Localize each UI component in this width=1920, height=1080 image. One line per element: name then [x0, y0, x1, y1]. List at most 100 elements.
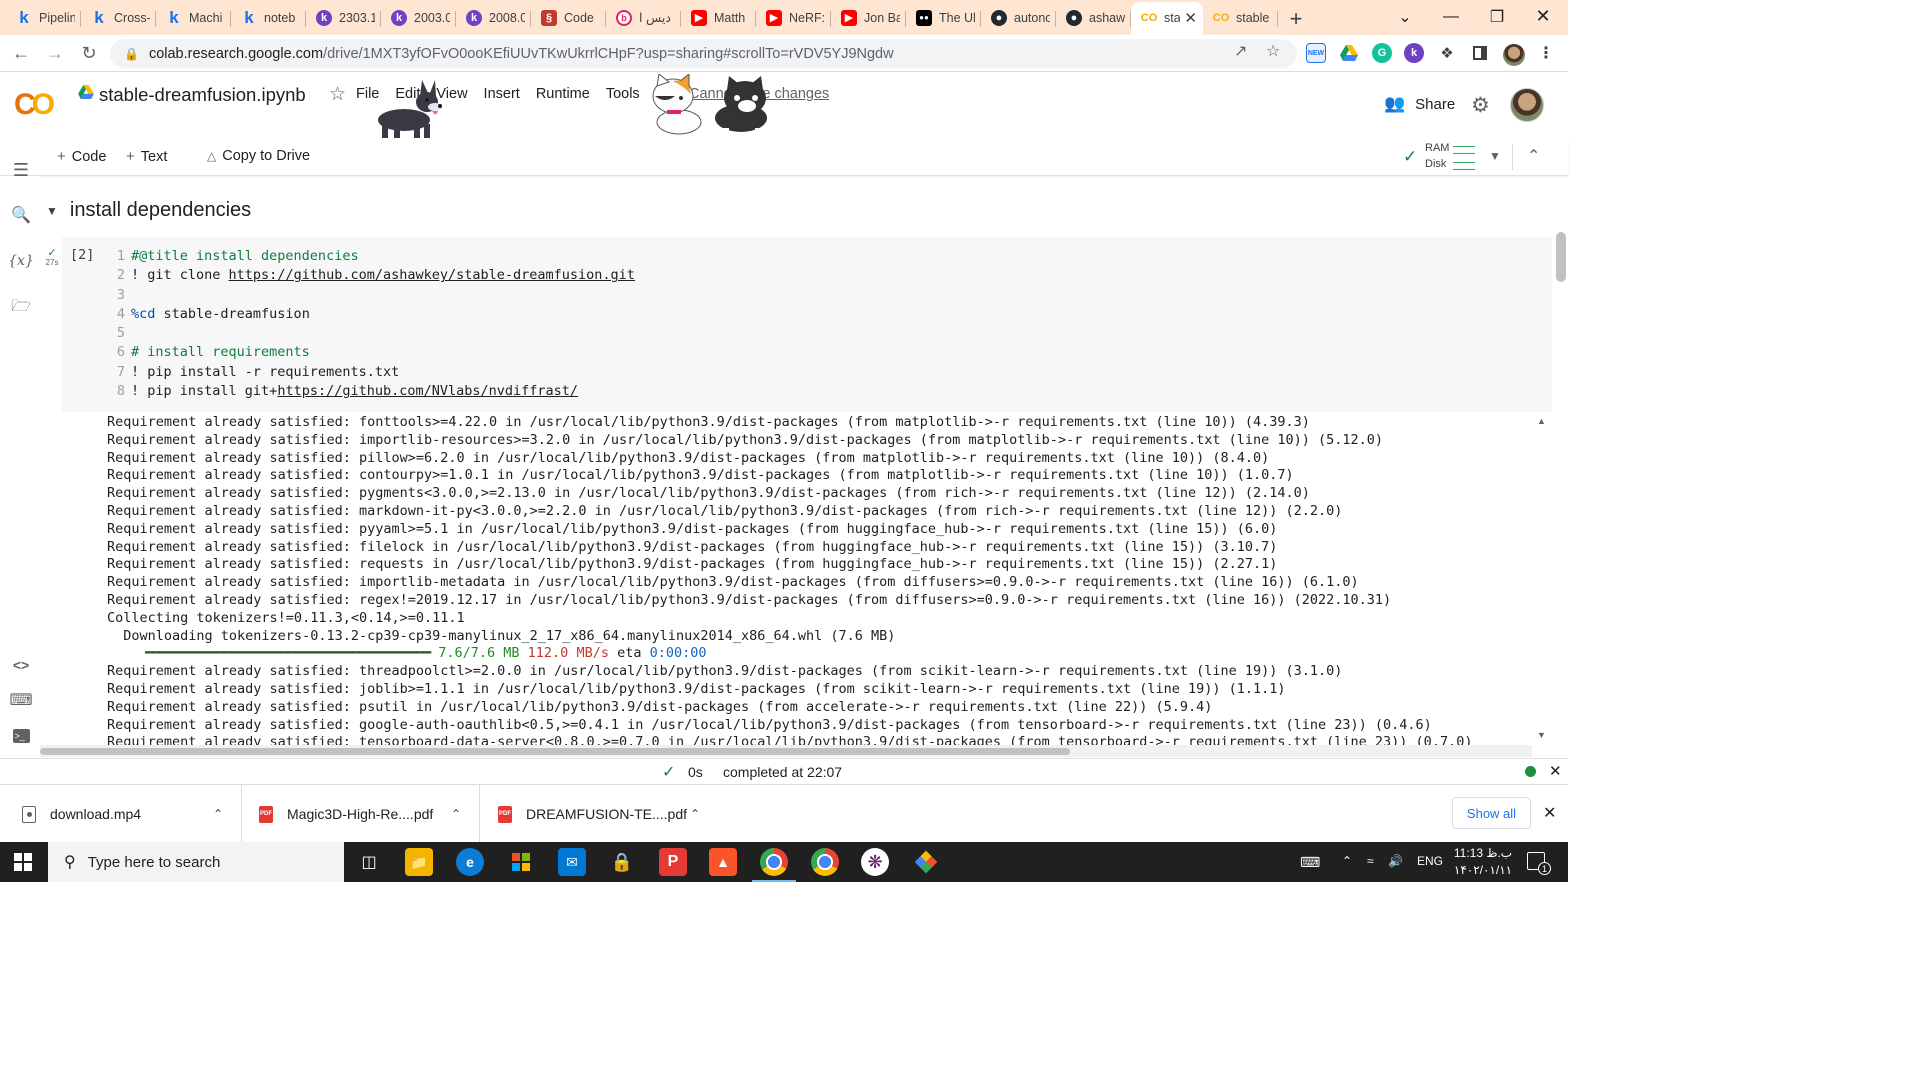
chevron-down-icon[interactable]: ▼	[1489, 149, 1501, 163]
minimize-button[interactable]: —	[1428, 0, 1474, 33]
close-status-icon[interactable]: ✕	[1549, 762, 1562, 780]
chevron-up-icon[interactable]: ⌃	[213, 807, 223, 821]
browser-tab[interactable]: k 2003.0	[381, 2, 456, 35]
search-icon[interactable]: 🔍	[10, 204, 32, 226]
slack-icon[interactable]: ❋	[861, 848, 889, 876]
browser-menu-icon[interactable]: ⋮	[1536, 43, 1556, 63]
notebook-title[interactable]: stable-dreamfusion.ipynb	[99, 84, 306, 106]
keyboard-icon[interactable]: ⌨	[1300, 854, 1320, 871]
code-editor[interactable]: 1 #@title install dependencies 2 ! git clon…	[105, 247, 635, 401]
chrome-profile-icon[interactable]	[811, 848, 839, 876]
copy-to-drive-button[interactable]: △ Copy to Drive	[207, 148, 310, 164]
browser-tab[interactable]: ● autono	[981, 2, 1056, 35]
output-scrollbar[interactable]: ▲ ▼	[1532, 412, 1552, 745]
store-icon[interactable]	[507, 848, 535, 876]
google-drive-extension-icon[interactable]	[1339, 43, 1359, 63]
kp-extension-icon[interactable]: k	[1404, 43, 1424, 63]
add-text-button[interactable]: + Text	[126, 148, 167, 165]
browser-tab[interactable]: k 2008.0	[456, 2, 531, 35]
chevron-up-icon[interactable]: ⌃	[1527, 146, 1540, 166]
new-tab-button[interactable]: +	[1278, 2, 1314, 35]
bookmark-star-icon[interactable]: ☆	[1266, 41, 1280, 61]
clock[interactable]: 11:13 ب.ظ ۱۴۰۲/۰۱/۱۱	[1448, 845, 1518, 879]
language-indicator[interactable]: ENG	[1417, 854, 1443, 868]
git-icon[interactable]	[912, 848, 940, 876]
share-page-icon[interactable]: ↗	[1234, 41, 1247, 61]
browser-tab[interactable]: k 2303.1	[306, 2, 381, 35]
add-code-button[interactable]: + Code	[57, 148, 106, 165]
forward-button[interactable]: →	[42, 40, 68, 66]
close-tab-icon[interactable]: ✕	[1180, 9, 1197, 27]
extension-new-icon[interactable]: NEW	[1306, 43, 1326, 63]
scroll-up-icon[interactable]: ▲	[1537, 416, 1546, 426]
page-scrollbar-thumb[interactable]	[1556, 232, 1566, 282]
folder-icon[interactable]: 🗁	[10, 297, 32, 319]
p-app-icon[interactable]: P	[659, 848, 687, 876]
profile-avatar-small[interactable]	[1503, 44, 1525, 66]
browser-tab[interactable]: k Machi	[156, 2, 231, 35]
download-item[interactable]: PDF Magic3D-High-Re....pdf ⌃	[242, 785, 480, 843]
code-snippets-icon[interactable]: <>	[10, 654, 32, 676]
side-panel-icon[interactable]	[1470, 43, 1490, 63]
code-link[interactable]: https://github.com/ashawkey/stable-dream…	[229, 267, 635, 283]
output-horizontal-scrollbar[interactable]	[40, 745, 1532, 757]
menu-item-runtime[interactable]: Runtime	[528, 86, 598, 102]
horizontal-scroll-thumb[interactable]	[40, 748, 1070, 755]
variables-icon[interactable]: {x}	[8, 250, 34, 272]
collapse-triangle-icon[interactable]: ▼	[46, 204, 58, 218]
close-window-button[interactable]: ✕	[1520, 0, 1566, 33]
avatar[interactable]	[1510, 88, 1544, 122]
share-button[interactable]: 👥 Share	[1384, 94, 1455, 114]
terminal-icon[interactable]: >_	[10, 725, 32, 747]
chrome-icon[interactable]	[752, 848, 796, 882]
browser-tab[interactable]: k noteb	[231, 2, 306, 35]
browser-tab[interactable]: b دیس ا	[606, 2, 681, 35]
execution-status[interactable]: ✓ 27s	[40, 248, 64, 268]
table-of-contents-icon[interactable]: ☰	[10, 159, 32, 181]
tray-chevron-up-icon[interactable]: ⌃	[1342, 854, 1352, 868]
address-bar[interactable]: 🔒 colab.research.google.com /drive/1MXT3…	[110, 39, 1297, 68]
taskbar-search[interactable]: ⚲ Type here to search	[48, 842, 344, 882]
corgi-pet-image	[378, 80, 442, 138]
browser-tab[interactable]: ● ashaw	[1056, 2, 1131, 35]
browser-tab[interactable]: ▶ Jon Ba	[831, 2, 906, 35]
chevron-up-icon[interactable]: ⌃	[690, 807, 700, 821]
scroll-down-icon[interactable]: ▼	[1537, 730, 1546, 740]
menu-item-insert[interactable]: Insert	[476, 86, 528, 102]
browser-tab[interactable]: ●● The Ul	[906, 2, 981, 35]
tab-search-icon[interactable]: ⌄	[1382, 0, 1428, 33]
volume-icon[interactable]: 🔊	[1388, 854, 1403, 868]
close-shelf-icon[interactable]: ✕	[1543, 803, 1556, 823]
section-header[interactable]: ▼ install dependencies	[46, 199, 251, 222]
restore-button[interactable]: ❐	[1474, 0, 1520, 33]
browser-tab[interactable]: ▶ NeRF:	[756, 2, 831, 35]
windows-start-icon[interactable]	[14, 853, 32, 871]
lock-app-icon[interactable]: 🔒	[608, 848, 636, 876]
code-link[interactable]: https://github.com/NVlabs/nvdiffrast/	[277, 383, 578, 399]
brave-icon[interactable]: ▲	[709, 848, 737, 876]
wifi-icon[interactable]: ≈	[1367, 854, 1374, 868]
reload-button[interactable]: ↻	[76, 40, 102, 66]
star-icon[interactable]: ☆	[329, 83, 346, 106]
chevron-up-icon[interactable]: ⌃	[451, 807, 461, 821]
extensions-puzzle-icon[interactable]: ❖	[1437, 43, 1457, 63]
grammarly-icon[interactable]: G	[1372, 43, 1392, 63]
file-explorer-icon[interactable]: 📁	[405, 848, 433, 876]
show-all-button[interactable]: Show all	[1452, 797, 1531, 829]
colab-logo[interactable]: CO	[14, 88, 55, 122]
browser-tab[interactable]: CO sta ✕	[1131, 2, 1203, 35]
command-palette-icon[interactable]: ⌨	[9, 689, 32, 711]
menu-item-tools[interactable]: Tools	[598, 86, 648, 102]
gear-icon[interactable]: ⚙	[1471, 93, 1490, 118]
mail-icon[interactable]: ✉	[558, 848, 586, 876]
download-item[interactable]: download.mp4 ⌃	[0, 785, 242, 843]
edge-icon[interactable]: e	[456, 848, 484, 876]
download-item[interactable]: PDF DREAMFUSION-TE....pdf ⌃	[480, 785, 718, 843]
browser-tab[interactable]: § Code	[531, 2, 606, 35]
browser-tab[interactable]: k Cross-	[81, 2, 156, 35]
task-view-icon[interactable]: ◫	[355, 848, 383, 876]
browser-tab[interactable]: CO stable	[1203, 2, 1278, 35]
browser-tab[interactable]: ▶ Matth	[681, 2, 756, 35]
browser-tab[interactable]: k Pipelin	[6, 2, 81, 35]
back-button[interactable]: ←	[8, 40, 34, 66]
